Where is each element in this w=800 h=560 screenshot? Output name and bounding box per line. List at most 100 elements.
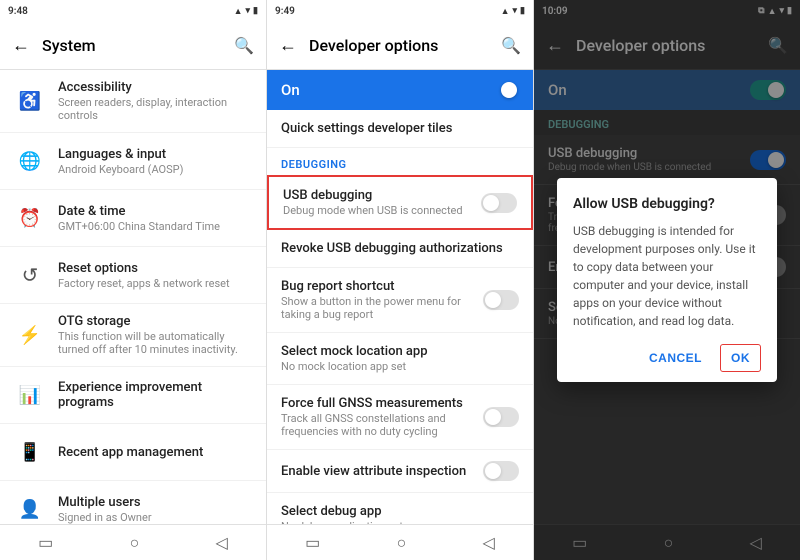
developer-on-label: On <box>281 81 300 99</box>
revoke-usb-title: Revoke USB debugging authorizations <box>281 241 519 256</box>
settings-item-experience[interactable]: 📊 Experience improvement programs <box>0 367 266 424</box>
multiuser-text: Multiple users Signed in as Owner <box>58 495 152 524</box>
panel-developer-dialog: 10:09 ⧉ ▲ ▾ ▮ ← Developer options 🔍 On D… <box>534 0 800 560</box>
nav-square-icon[interactable]: ▭ <box>38 533 53 552</box>
accessibility-subtitle: Screen readers, display, interaction con… <box>58 96 254 122</box>
dialog-ok-button[interactable]: OK <box>720 344 761 372</box>
bottom-nav-2: ▭ ○ ◁ <box>267 524 533 560</box>
bug-report-title: Bug report shortcut <box>281 279 483 294</box>
dialog-title: Allow USB debugging? <box>573 196 761 212</box>
gnss-item[interactable]: Force full GNSS measurements Track all G… <box>267 385 533 450</box>
recentapp-text: Recent app management <box>58 445 203 460</box>
usb-debugging-subtitle: Debug mode when USB is connected <box>283 204 481 217</box>
signal-icon: ▲ <box>234 6 243 17</box>
bottom-nav-1: ▭ ○ ◁ <box>0 524 266 560</box>
multiuser-subtitle: Signed in as Owner <box>58 511 152 524</box>
developer-list: On Quick settings developer tiles DEBUGG… <box>267 70 533 524</box>
status-bar-1: 9:48 ▲ ▾ ▮ <box>0 0 266 22</box>
recentapp-icon: 📱 <box>12 434 48 470</box>
usb-debugging-item[interactable]: USB debugging Debug mode when USB is con… <box>267 175 533 230</box>
nav-square-icon-2[interactable]: ▭ <box>305 533 320 552</box>
languages-icon: 🌐 <box>12 143 48 179</box>
recentapp-title: Recent app management <box>58 445 203 460</box>
status-time-2: 9:49 <box>275 6 295 17</box>
settings-item-datetime[interactable]: ⏰ Date & time GMT+06:00 China Standard T… <box>0 190 266 247</box>
gnss-title: Force full GNSS measurements <box>281 396 483 411</box>
multiuser-icon: 👤 <box>12 491 48 524</box>
status-icons-2: ▲ ▾ ▮ <box>501 6 525 17</box>
search-icon-2[interactable]: 🔍 <box>501 36 521 55</box>
quick-settings-text: Quick settings developer tiles <box>281 121 519 136</box>
datetime-title: Date & time <box>58 204 220 219</box>
revoke-usb-text: Revoke USB debugging authorizations <box>281 241 519 256</box>
settings-item-accessibility[interactable]: ♿ Accessibility Screen readers, display,… <box>0 70 266 133</box>
reset-text: Reset options Factory reset, apps & netw… <box>58 261 230 290</box>
system-list: ♿ Accessibility Screen readers, display,… <box>0 70 266 524</box>
otg-title: OTG storage <box>58 314 254 329</box>
nav-triangle-icon[interactable]: ◁ <box>216 533 228 552</box>
datetime-text: Date & time GMT+06:00 China Standard Tim… <box>58 204 220 233</box>
gnss-toggle[interactable] <box>483 407 519 427</box>
back-arrow-2[interactable]: ← <box>279 35 297 56</box>
developer-title: Developer options <box>309 36 501 55</box>
mock-location-item[interactable]: Select mock location app No mock locatio… <box>267 333 533 385</box>
mock-location-text: Select mock location app No mock locatio… <box>281 344 519 373</box>
settings-item-reset[interactable]: ↺ Reset options Factory reset, apps & ne… <box>0 247 266 304</box>
nav-circle-icon[interactable]: ○ <box>130 533 140 553</box>
accessibility-text: Accessibility Screen readers, display, i… <box>58 80 254 122</box>
debug-app-text: Select debug app No debug application se… <box>281 504 519 524</box>
battery-icon: ▮ <box>253 6 258 16</box>
nav-triangle-icon-2[interactable]: ◁ <box>483 533 495 552</box>
settings-item-multiuser[interactable]: 👤 Multiple users Signed in as Owner <box>0 481 266 524</box>
settings-item-otg[interactable]: ⚡ OTG storage This function will be auto… <box>0 304 266 367</box>
bug-report-subtitle: Show a button in the power menu for taki… <box>281 295 483 321</box>
gnss-text: Force full GNSS measurements Track all G… <box>281 396 483 438</box>
wifi-icon: ▾ <box>246 6 251 16</box>
view-attr-toggle[interactable] <box>483 461 519 481</box>
bug-report-toggle[interactable] <box>483 290 519 310</box>
otg-text: OTG storage This function will be automa… <box>58 314 254 356</box>
dialog-buttons: CANCEL OK <box>573 344 761 372</box>
wifi-icon-2: ▾ <box>513 6 518 16</box>
experience-icon: 📊 <box>12 377 48 413</box>
usb-debugging-title: USB debugging <box>283 188 481 203</box>
bug-report-item[interactable]: Bug report shortcut Show a button in the… <box>267 268 533 333</box>
signal-icon-2: ▲ <box>501 6 510 17</box>
dialog-body: USB debugging is intended for developmen… <box>573 222 761 330</box>
debug-app-item[interactable]: Select debug app No debug application se… <box>267 493 533 524</box>
accessibility-title: Accessibility <box>58 80 254 95</box>
datetime-subtitle: GMT+06:00 China Standard Time <box>58 220 220 233</box>
dialog-cancel-button[interactable]: CANCEL <box>639 344 712 372</box>
reset-icon: ↺ <box>12 257 48 293</box>
mock-location-title: Select mock location app <box>281 344 519 359</box>
revoke-usb-item[interactable]: Revoke USB debugging authorizations <box>267 230 533 268</box>
datetime-icon: ⏰ <box>12 200 48 236</box>
back-arrow[interactable]: ← <box>12 35 30 56</box>
debug-app-title: Select debug app <box>281 504 519 519</box>
experience-title: Experience improvement programs <box>58 380 254 410</box>
bug-report-text: Bug report shortcut Show a button in the… <box>281 279 483 321</box>
settings-item-recentapp[interactable]: 📱 Recent app management <box>0 424 266 481</box>
view-attr-title: Enable view attribute inspection <box>281 464 483 479</box>
developer-toggle[interactable] <box>483 80 519 100</box>
usb-debugging-toggle[interactable] <box>481 193 517 213</box>
search-icon[interactable]: 🔍 <box>234 36 254 55</box>
gnss-subtitle: Track all GNSS constellations and freque… <box>281 412 483 438</box>
status-time-1: 9:48 <box>8 6 28 17</box>
languages-subtitle: Android Keyboard (AOSP) <box>58 163 183 176</box>
system-header: ← System 🔍 <box>0 22 266 70</box>
panel-developer: 9:49 ▲ ▾ ▮ ← Developer options 🔍 On Quic… <box>267 0 534 560</box>
otg-icon: ⚡ <box>12 317 48 353</box>
accessibility-icon: ♿ <box>12 83 48 119</box>
quick-settings-item[interactable]: Quick settings developer tiles <box>267 110 533 148</box>
developer-header: ← Developer options 🔍 <box>267 22 533 70</box>
status-bar-2: 9:49 ▲ ▾ ▮ <box>267 0 533 22</box>
reset-title: Reset options <box>58 261 230 276</box>
view-attr-item[interactable]: Enable view attribute inspection <box>267 450 533 493</box>
developer-on-bar: On <box>267 70 533 110</box>
settings-item-languages[interactable]: 🌐 Languages & input Android Keyboard (AO… <box>0 133 266 190</box>
panel-system: 9:48 ▲ ▾ ▮ ← System 🔍 ♿ Accessibility Sc… <box>0 0 267 560</box>
nav-circle-icon-2[interactable]: ○ <box>397 533 407 553</box>
mock-location-subtitle: No mock location app set <box>281 360 519 373</box>
usb-debugging-text: USB debugging Debug mode when USB is con… <box>283 188 481 217</box>
